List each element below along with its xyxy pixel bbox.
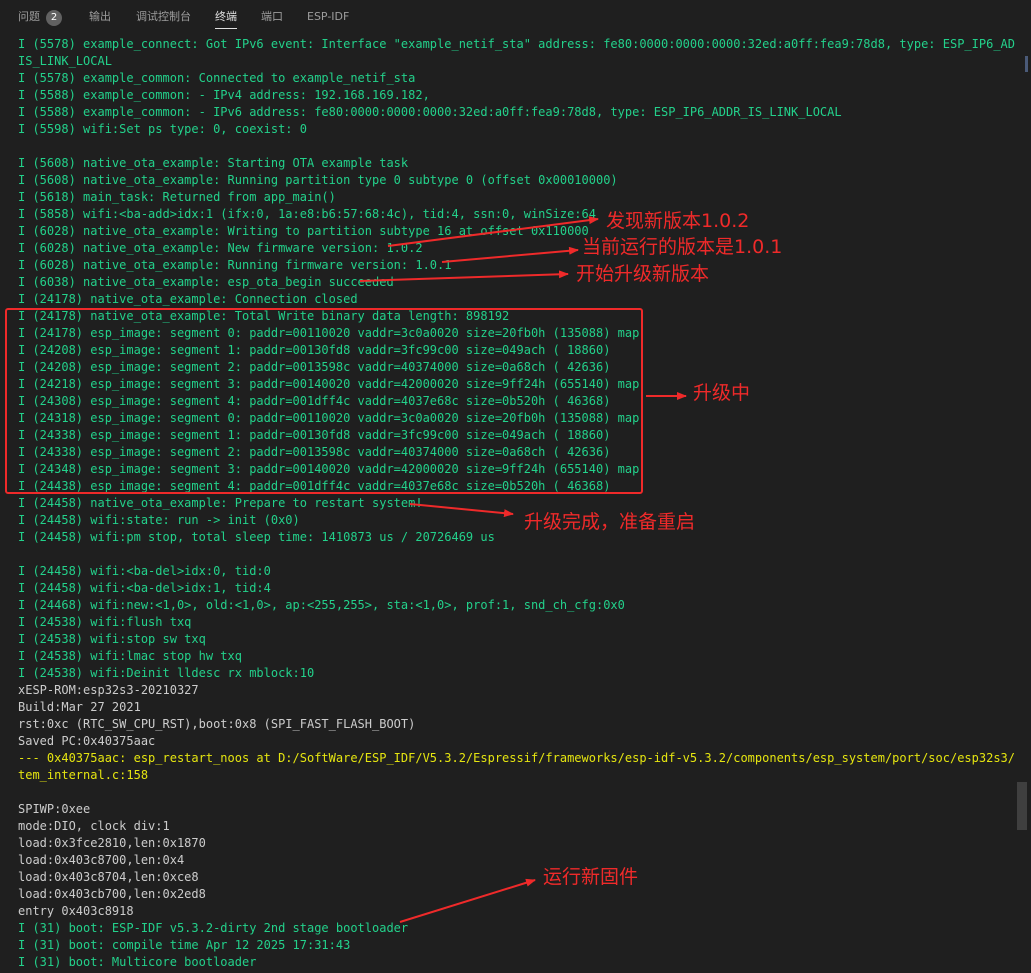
annotation-current-version: 当前运行的版本是1.0.1 — [582, 236, 783, 258]
terminal-line: Build:Mar 27 2021 — [18, 700, 141, 714]
terminal-line: I (6028) native_ota_example: New firmwar… — [18, 241, 423, 255]
terminal-line: SPIWP:0xee — [18, 802, 91, 816]
terminal-line: I (24538) wifi:lmac stop hw txq — [18, 649, 242, 663]
terminal-line: I (24538) wifi:Deinit lldesc rx mblock:1… — [18, 666, 315, 680]
terminal-line: I (24458) wifi:state: run -> init (0x0) — [18, 513, 300, 527]
problems-count-badge: 2 — [46, 10, 62, 26]
scrollbar-marker — [1025, 56, 1028, 72]
terminal-line: I (24458) wifi:pm stop, total sleep time… — [18, 530, 495, 544]
terminal-output[interactable]: I (5578) example_connect: Got IPv6 event… — [0, 36, 1015, 973]
terminal-line: load:0x3fce2810,len:0x1870 — [18, 836, 206, 850]
upgrading-highlight-box — [5, 308, 643, 494]
terminal-line: load:0x403cb700,len:0x2ed8 — [18, 887, 206, 901]
terminal-line: Saved PC:0x40375aac — [18, 734, 156, 748]
tab-ports-label: 端口 — [261, 10, 283, 23]
tab-esp-idf-label: ESP-IDF — [307, 10, 350, 23]
terminal-line: I (6038) native_ota_example: esp_ota_beg… — [18, 275, 394, 289]
terminal-line: I (24178) native_ota_example: Connection… — [18, 292, 358, 306]
tab-problems[interactable]: 问题 2 — [18, 9, 62, 29]
tab-debug-console[interactable]: 调试控制台 — [136, 9, 191, 29]
terminal-line: I (5618) main_task: Returned from app_ma… — [18, 190, 336, 204]
tab-esp-idf[interactable]: ESP-IDF — [307, 9, 349, 29]
terminal-line: load:0x403c8704,len:0xce8 — [18, 870, 199, 884]
terminal-line: I (5608) native_ota_example: Running par… — [18, 173, 618, 187]
terminal-line: I (24458) native_ota_example: Prepare to… — [18, 496, 423, 510]
terminal-line: I (31) boot: Multicore bootloader — [18, 955, 257, 969]
terminal-line: load:0x403c8700,len:0x4 — [18, 853, 185, 867]
terminal-line: xESP-ROM:esp32s3-20210327 — [18, 683, 199, 697]
tab-problems-label: 问题 — [18, 10, 40, 23]
terminal-line: --- 0x40375aac: esp_restart_noos at D:/S… — [18, 751, 1015, 765]
terminal-line: I (24538) wifi:stop sw txq — [18, 632, 206, 646]
terminal-line: mode:DIO, clock div:1 — [18, 819, 170, 833]
terminal-line: I (31) boot: compile time Apr 12 2025 17… — [18, 938, 351, 952]
terminal-line: I (5588) example_common: - IPv4 address:… — [18, 88, 430, 102]
terminal-line: IS_LINK_LOCAL — [18, 54, 112, 68]
terminal-line: rst:0xc (RTC_SW_CPU_RST),boot:0x8 (SPI_F… — [18, 717, 416, 731]
tab-output-label: 输出 — [89, 10, 111, 23]
terminal-line: I (24538) wifi:flush txq — [18, 615, 192, 629]
terminal-line: I (24458) wifi:<ba-del>idx:0, tid:0 — [18, 564, 271, 578]
tab-terminal-label: 终端 — [215, 10, 237, 23]
terminal-line: I (31) boot: ESP-IDF v5.3.2-dirty 2nd st… — [18, 921, 409, 935]
annotation-run-new-firmware: 运行新固件 — [543, 866, 639, 888]
terminal-line: I (5578) example_common: Connected to ex… — [18, 71, 416, 85]
tab-terminal[interactable]: 终端 — [215, 9, 237, 29]
annotation-new-version-found: 发现新版本1.0.2 — [606, 210, 750, 232]
annotation-start-upgrade: 开始升级新版本 — [576, 263, 710, 285]
panel-tab-bar: 问题 2 输出 调试控制台 终端 端口 ESP-IDF — [0, 0, 1031, 34]
tab-ports[interactable]: 端口 — [261, 9, 283, 29]
terminal-line: entry 0x403c8918 — [18, 904, 134, 918]
terminal-line: I (5598) wifi:Set ps type: 0, coexist: 0 — [18, 122, 307, 136]
annotation-upgrade-done: 升级完成，准备重启 — [524, 511, 696, 533]
terminal-line: I (6028) native_ota_example: Running fir… — [18, 258, 452, 272]
terminal-line: I (24468) wifi:new:<1,0>, old:<1,0>, ap:… — [18, 598, 625, 612]
terminal-line: tem_internal.c:158 — [18, 768, 149, 782]
terminal-line: I (5588) example_common: - IPv6 address:… — [18, 105, 842, 119]
tab-output[interactable]: 输出 — [89, 9, 111, 29]
terminal-line: I (24458) wifi:<ba-del>idx:1, tid:4 — [18, 581, 271, 595]
tab-debug-console-label: 调试控制台 — [136, 10, 191, 23]
terminal-line: I (5858) wifi:<ba-add>idx:1 (ifx:0, 1a:e… — [18, 207, 596, 221]
terminal-line: I (5578) example_connect: Got IPv6 event… — [18, 37, 1015, 51]
annotation-upgrading: 升级中 — [693, 382, 751, 404]
terminal-line: I (6028) native_ota_example: Writing to … — [18, 224, 589, 238]
terminal-line: I (5608) native_ota_example: Starting OT… — [18, 156, 409, 170]
terminal-scrollbar-thumb[interactable] — [1017, 782, 1027, 830]
